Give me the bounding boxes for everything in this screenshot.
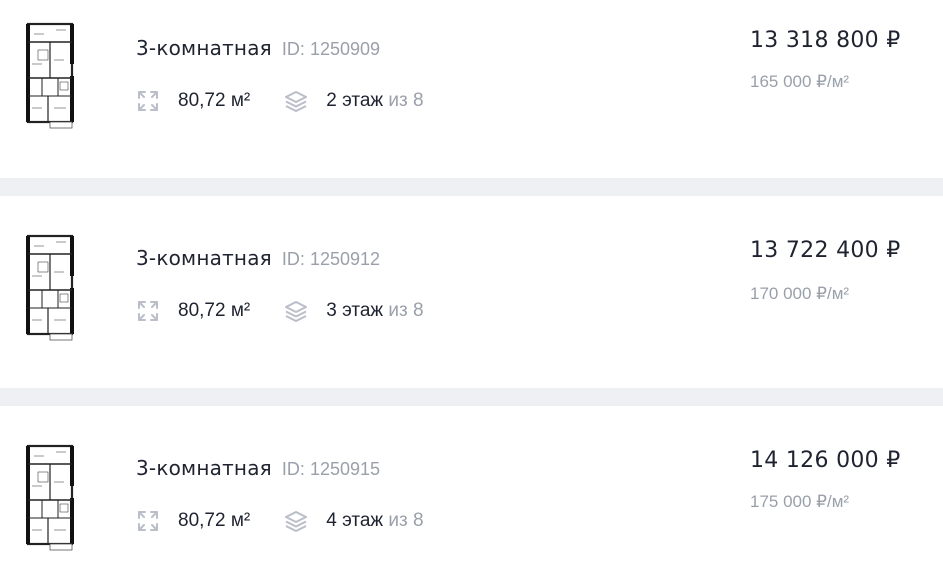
listing-card[interactable]: 3-комнатная ID: 1250915 80,72 м² 4 этаж и…	[0, 406, 943, 582]
card-separator	[0, 388, 943, 406]
listing-meta: 80,72 м² 4 этаж из 8	[136, 506, 424, 536]
floor-info: 3 этаж из 8	[326, 300, 423, 322]
room-count[interactable]: 3-комнатная	[136, 36, 272, 60]
price-per-m2: 175 000 ₽/м²	[750, 492, 850, 511]
floor-plan-image[interactable]	[24, 20, 78, 130]
id-value: 1250909	[309, 39, 381, 59]
floor-total: из 8	[388, 90, 424, 111]
floor-info: 4 этаж из 8	[326, 510, 423, 532]
id-value: 1250915	[309, 459, 381, 479]
price-per-m2: 170 000 ₽/м²	[750, 284, 850, 303]
listing-card[interactable]: 3-комнатная ID: 1250912 80,72 м² 3 этаж и…	[0, 196, 943, 388]
id-label: ID:	[281, 39, 305, 59]
listing-id: ID: 1250912	[282, 249, 380, 269]
id-label: ID:	[281, 459, 305, 479]
listing-title: 3-комнатная ID: 1250912	[136, 246, 380, 270]
area-value: 80,72 м²	[178, 510, 251, 531]
id-label: ID:	[281, 249, 305, 269]
apartment-list: 3-комнатная ID: 1250909 80,72 м² 2 этаж и…	[0, 0, 943, 582]
expand-icon	[136, 89, 160, 113]
room-count[interactable]: 3-комнатная	[136, 246, 272, 270]
room-count[interactable]: 3-комнатная	[136, 456, 272, 480]
layers-icon	[284, 299, 308, 323]
price: 13 722 400 ₽	[750, 238, 901, 263]
listing-meta: 80,72 м² 3 этаж из 8	[136, 296, 424, 326]
floor-plan-image[interactable]	[24, 232, 78, 342]
listing-id: ID: 1250909	[282, 39, 380, 59]
id-value: 1250912	[309, 249, 381, 269]
expand-icon	[136, 509, 160, 533]
area-value: 80,72 м²	[178, 90, 251, 111]
card-separator	[0, 178, 943, 196]
listing-title: 3-комнатная ID: 1250909	[136, 36, 380, 60]
area-value: 80,72 м²	[178, 300, 251, 321]
listing-meta: 80,72 м² 2 этаж из 8	[136, 86, 424, 116]
expand-icon	[136, 299, 160, 323]
floor-total: из 8	[388, 510, 424, 531]
layers-icon	[284, 509, 308, 533]
listing-id: ID: 1250915	[282, 459, 380, 479]
listing-title: 3-комнатная ID: 1250915	[136, 456, 380, 480]
floor-plan-image[interactable]	[24, 442, 78, 552]
floor-value: 4 этаж	[326, 510, 384, 531]
floor-total: из 8	[388, 300, 424, 321]
floor-value: 3 этаж	[326, 300, 384, 321]
price-per-m2: 165 000 ₽/м²	[750, 72, 850, 91]
floor-info: 2 этаж из 8	[326, 90, 423, 112]
listing-card[interactable]: 3-комнатная ID: 1250909 80,72 м² 2 этаж и…	[0, 0, 943, 178]
floor-value: 2 этаж	[326, 90, 384, 111]
layers-icon	[284, 89, 308, 113]
price: 14 126 000 ₽	[750, 448, 901, 473]
price: 13 318 800 ₽	[750, 28, 901, 53]
